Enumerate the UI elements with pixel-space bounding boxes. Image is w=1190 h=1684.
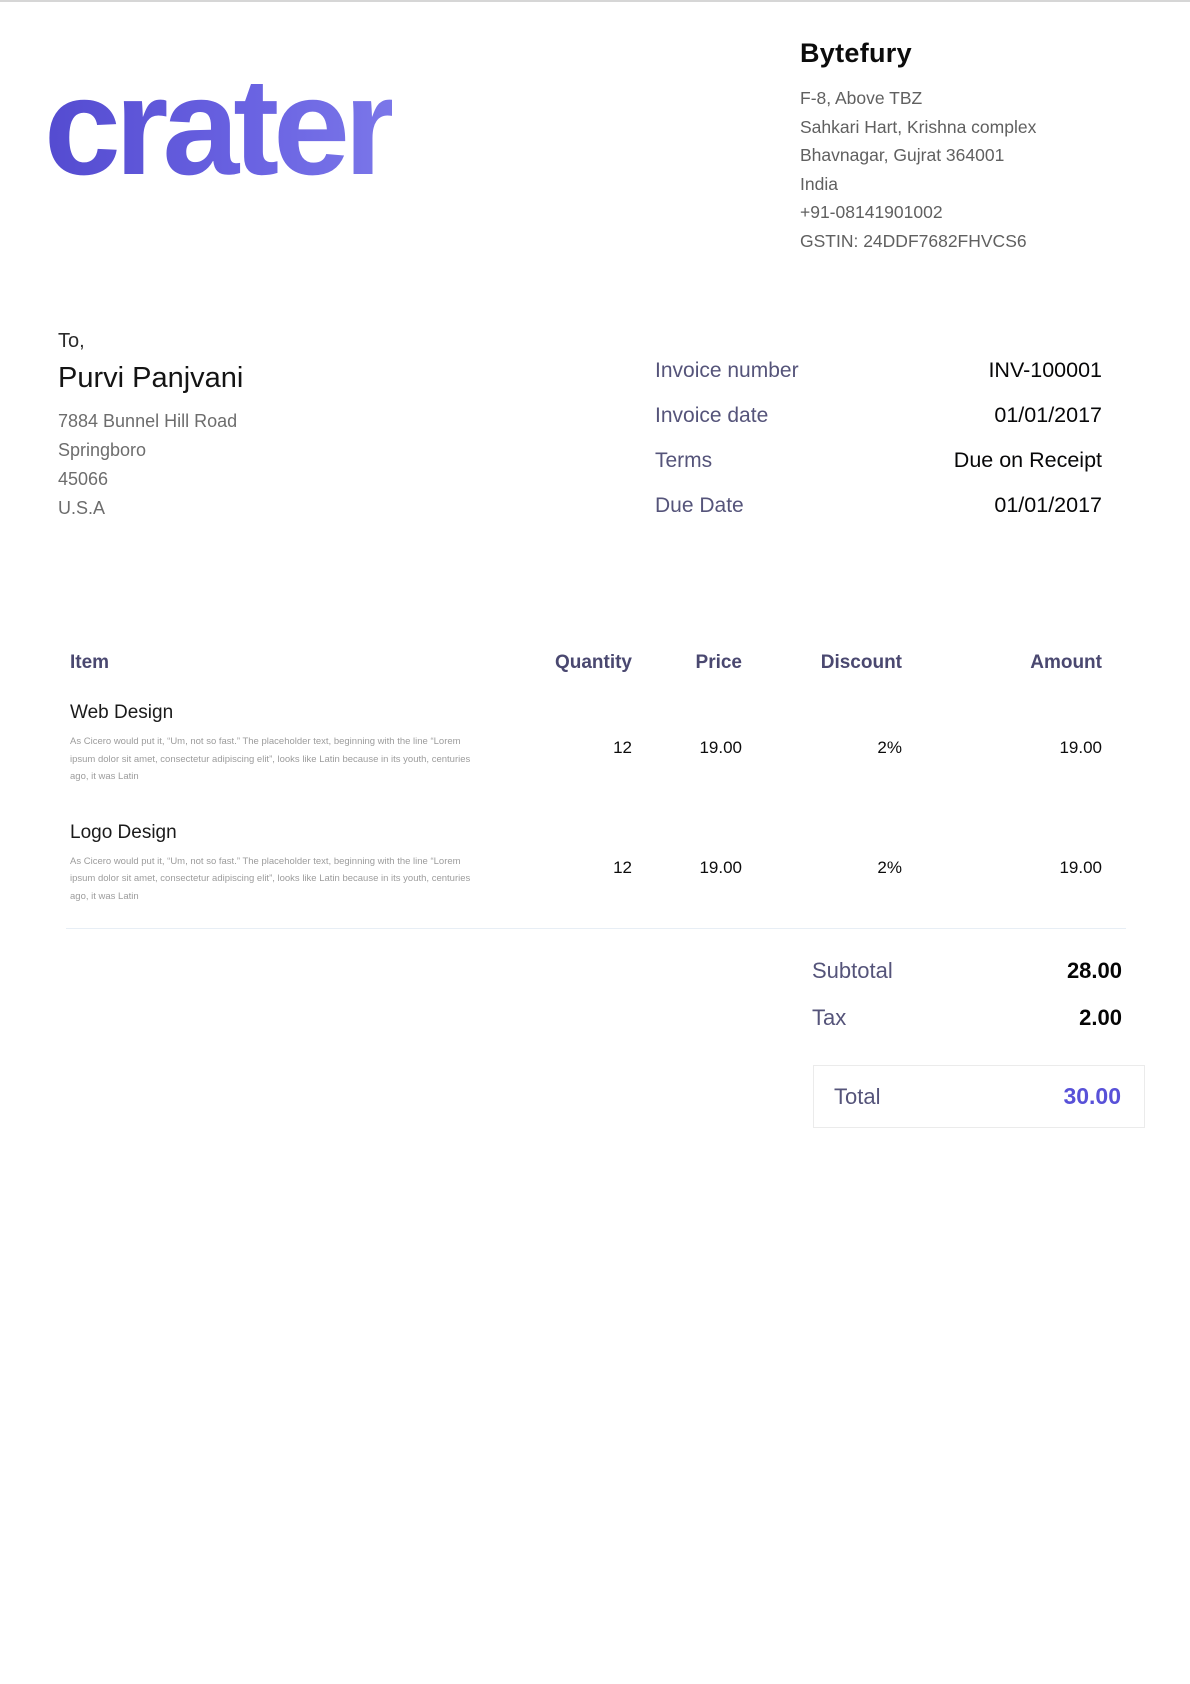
terms-row: Terms Due on Receipt — [655, 448, 1102, 473]
bill-to-section: To, Purvi Panjvani 7884 Bunnel Hill Road… — [58, 330, 243, 523]
tax-label: Tax — [812, 1005, 846, 1031]
invoice-date-value: 01/01/2017 — [994, 403, 1102, 428]
customer-address-line: Springboro — [58, 436, 243, 465]
invoice-meta: Invoice number INV-100001 Invoice date 0… — [655, 358, 1102, 538]
items-table: Item Quantity Price Discount Amount Web … — [70, 652, 1102, 941]
company-info: Bytefury F-8, Above TBZ Sahkari Hart, Kr… — [800, 38, 1036, 255]
item-discount: 2% — [742, 822, 902, 906]
items-table-header: Item Quantity Price Discount Amount — [70, 652, 1102, 674]
totals-section: Subtotal 28.00 Tax 2.00 — [812, 958, 1122, 1052]
item-name: Web Design — [70, 702, 492, 724]
column-header-item: Item — [70, 652, 492, 674]
tax-row: Tax 2.00 — [812, 1005, 1122, 1031]
item-discount: 2% — [742, 702, 902, 786]
invoice-number-label: Invoice number — [655, 359, 799, 383]
customer-address-line: 45066 — [58, 465, 243, 494]
item-cell: Web Design As Cicero would put it, “Um, … — [70, 702, 492, 786]
item-amount: 19.00 — [902, 702, 1102, 786]
terms-value: Due on Receipt — [954, 448, 1102, 473]
item-amount: 19.00 — [902, 822, 1102, 906]
column-header-amount: Amount — [902, 652, 1102, 674]
item-name: Logo Design — [70, 822, 492, 844]
terms-label: Terms — [655, 449, 712, 473]
subtotal-row: Subtotal 28.00 — [812, 958, 1122, 984]
due-date-row: Due Date 01/01/2017 — [655, 493, 1102, 518]
crater-logo: crater — [44, 58, 392, 196]
company-address-line: Sahkari Hart, Krishna complex — [800, 113, 1036, 142]
item-price: 19.00 — [632, 822, 742, 906]
company-address-line: India — [800, 170, 1036, 199]
item-description: As Cicero would put it, “Um, not so fast… — [70, 733, 486, 786]
item-description: As Cicero would put it, “Um, not so fast… — [70, 853, 486, 906]
invoice-number-row: Invoice number INV-100001 — [655, 358, 1102, 383]
tax-value: 2.00 — [1079, 1005, 1122, 1031]
customer-address-line: 7884 Bunnel Hill Road — [58, 407, 243, 436]
total-value: 30.00 — [1063, 1083, 1121, 1110]
due-date-label: Due Date — [655, 494, 744, 518]
bill-to-label: To, — [58, 330, 243, 353]
column-header-price: Price — [632, 652, 742, 674]
subtotal-label: Subtotal — [812, 958, 893, 984]
item-cell: Logo Design As Cicero would put it, “Um,… — [70, 822, 492, 906]
total-box: Total 30.00 — [813, 1065, 1145, 1128]
invoice-number-value: INV-100001 — [988, 358, 1102, 383]
invoice-document: { "logo": { "text": "crater" }, "company… — [0, 0, 1190, 1684]
company-address-line: F-8, Above TBZ — [800, 84, 1036, 113]
table-bottom-divider — [66, 928, 1126, 929]
invoice-date-label: Invoice date — [655, 404, 768, 428]
column-header-discount: Discount — [742, 652, 902, 674]
company-address-line: Bhavnagar, Gujrat 364001 — [800, 141, 1036, 170]
item-price: 19.00 — [632, 702, 742, 786]
customer-name: Purvi Panjvani — [58, 362, 243, 395]
company-phone: +91-08141901002 — [800, 198, 1036, 227]
invoice-date-row: Invoice date 01/01/2017 — [655, 403, 1102, 428]
column-header-quantity: Quantity — [492, 652, 632, 674]
table-row: Web Design As Cicero would put it, “Um, … — [70, 702, 1102, 786]
company-name: Bytefury — [800, 38, 1036, 69]
subtotal-value: 28.00 — [1067, 958, 1122, 984]
item-quantity: 12 — [492, 702, 632, 786]
item-quantity: 12 — [492, 822, 632, 906]
customer-address-line: U.S.A — [58, 494, 243, 523]
table-row: Logo Design As Cicero would put it, “Um,… — [70, 822, 1102, 906]
due-date-value: 01/01/2017 — [994, 493, 1102, 518]
total-label: Total — [834, 1084, 880, 1110]
company-gstin: GSTIN: 24DDF7682FHVCS6 — [800, 227, 1036, 256]
